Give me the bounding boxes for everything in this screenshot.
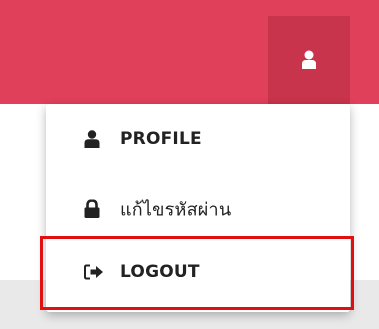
menu-item-change-password[interactable]: แก้ไขรหัสผ่าน — [46, 174, 350, 244]
lock-icon — [84, 199, 100, 218]
menu-item-label: LOGOUT — [120, 262, 200, 282]
menu-item-profile[interactable]: PROFILE — [46, 104, 350, 174]
user-icon — [84, 130, 100, 148]
top-navbar — [0, 0, 379, 104]
user-menu-button[interactable] — [268, 16, 350, 104]
user-dropdown-menu: PROFILE แก้ไขรหัสผ่าน LOGOUT — [40, 104, 354, 312]
user-icon — [302, 50, 316, 69]
menu-item-label: แก้ไขรหัสผ่าน — [120, 199, 232, 221]
sign-out-icon — [84, 264, 103, 280]
menu-item-logout[interactable]: LOGOUT — [40, 236, 354, 310]
menu-item-label: PROFILE — [120, 129, 202, 149]
